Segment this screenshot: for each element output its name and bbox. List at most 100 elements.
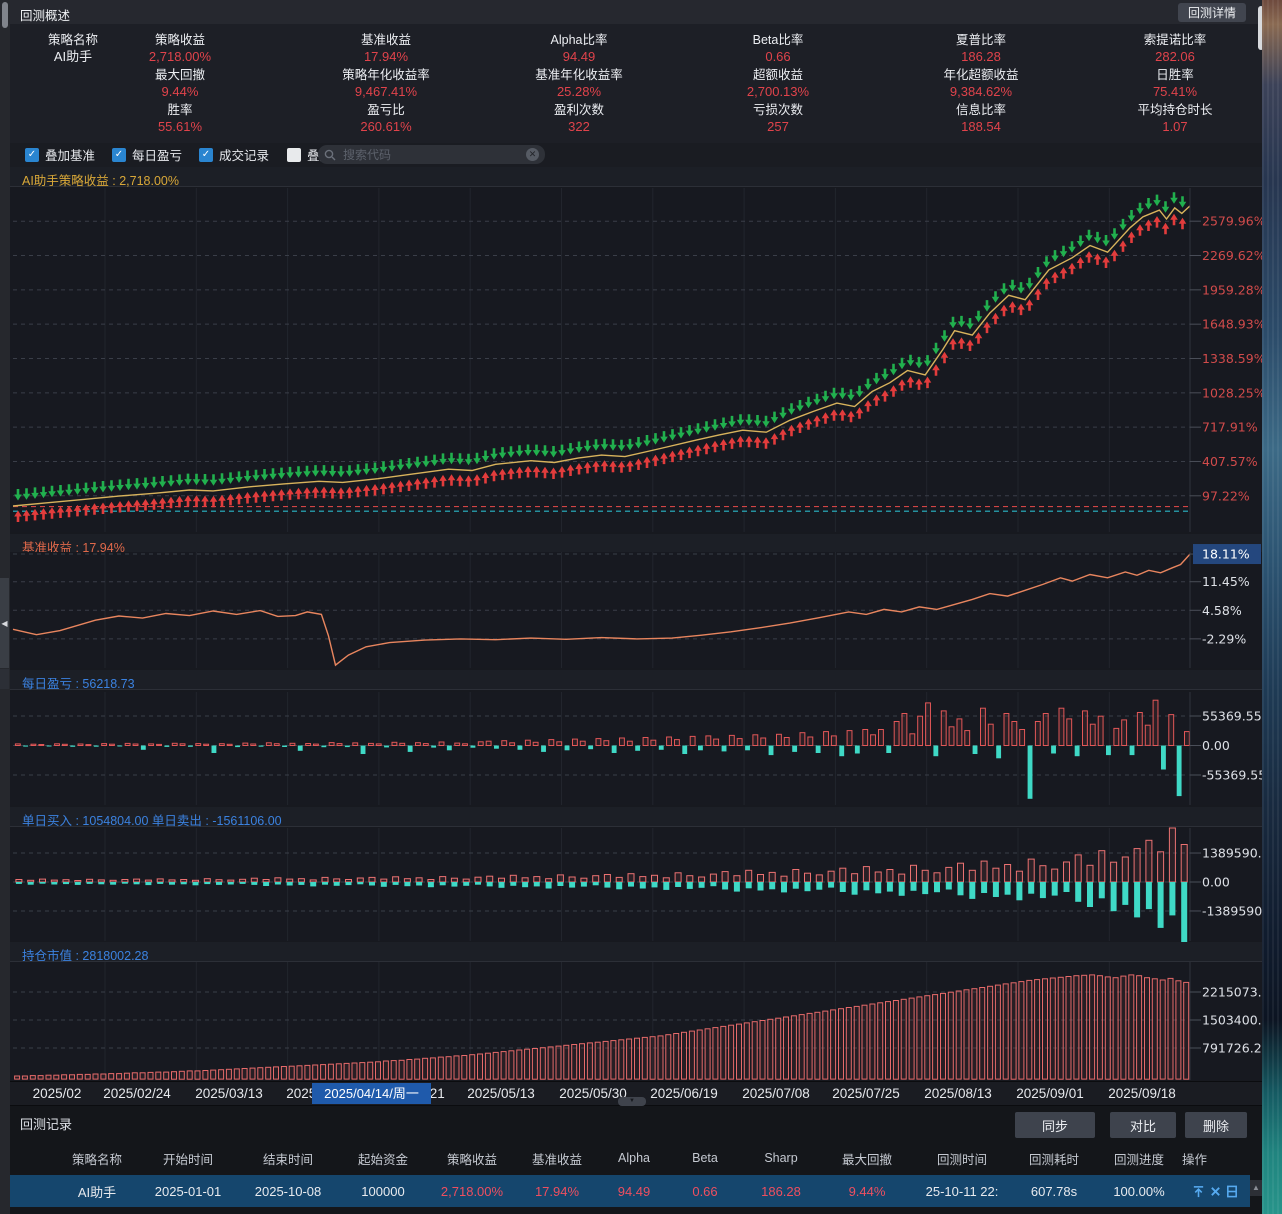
cell-start-date: 2025-01-01 <box>138 1184 238 1199</box>
column-header: 回测耗时 <box>1012 1149 1096 1168</box>
sync-button[interactable]: 同步 <box>1015 1112 1095 1138</box>
pin-top-icon[interactable] <box>1192 1185 1205 1198</box>
stat-value: 322 <box>535 118 623 138</box>
stat-column: 基准收益 17.94% 策略年化收益率 9,467.41% 盈亏比 260.61… <box>342 33 430 138</box>
cell-end-date: 2025-10-08 <box>238 1184 338 1199</box>
clear-search-icon[interactable]: ✕ <box>526 148 539 161</box>
svg-text:2579.96%: 2579.96% <box>1202 214 1266 229</box>
daily-buysell-chart[interactable]: 1389590.560.00-1389590.56 <box>10 828 1262 941</box>
checkbox-icon: ✓ <box>112 148 126 162</box>
cell-backtest-time: 25-10-11 22: <box>912 1184 1012 1199</box>
stat-label: 策略年化收益率 <box>342 68 430 83</box>
svg-text:0.00: 0.00 <box>1202 738 1230 753</box>
column-header: 起始资金 <box>338 1149 428 1168</box>
compare-button[interactable]: 对比 <box>1110 1112 1176 1138</box>
daily-buysell-title: 单日买入 : 1054804.00 单日卖出 : -1561106.00 <box>22 814 282 828</box>
benchmark-return-chart[interactable]: 18.11%11.45%4.58%-2.29% <box>10 552 1262 668</box>
stat-label: 索提诺比率 <box>1137 33 1212 48</box>
stat-label: 最大回撤 <box>149 68 211 83</box>
svg-text:2269.62%: 2269.62% <box>1202 248 1266 263</box>
backtest-detail-button[interactable]: 回测详情 <box>1178 3 1246 22</box>
stat-column: 索提诺比率 282.06 日胜率 75.41% 平均持仓时长 1.07 <box>1137 33 1212 138</box>
cell-elapsed: 607.78s <box>1012 1184 1096 1199</box>
x-tick: 2025/05/13 <box>467 1086 535 1101</box>
column-header: 基准收益 <box>516 1149 598 1168</box>
panel-collapse-left-handle[interactable]: ◀ <box>0 578 9 668</box>
overlay-benchmark-checkbox[interactable]: ✓ 叠加基准 <box>25 146 95 163</box>
stat-label: 策略名称 <box>18 33 128 48</box>
close-icon[interactable] <box>1210 1186 1221 1197</box>
daily-pnl-title-bar: 每日盈亏 : 56218.73 <box>10 670 1262 690</box>
svg-text:0.00: 0.00 <box>1202 874 1230 889</box>
cell-sharp: 186.28 <box>740 1184 822 1199</box>
search-box: ✕ <box>318 145 545 164</box>
table-row-partial[interactable] <box>10 1208 1250 1214</box>
daily-pnl-checkbox[interactable]: ✓ 每日盈亏 <box>112 146 182 163</box>
splitter-notch[interactable] <box>0 669 9 689</box>
stat-label: 信息比率 <box>943 103 1018 118</box>
market-value-title-bar: 持仓市值 : 2818002.28 <box>10 942 1262 962</box>
scroll-up-button[interactable]: ▲ <box>1250 1180 1262 1196</box>
collapse-handle[interactable]: ▼ <box>618 1097 646 1106</box>
market-value-title: 持仓市值 : 2818002.28 <box>22 949 148 963</box>
stat-value: 2,718.00% <box>149 48 211 68</box>
svg-text:1028.25%: 1028.25% <box>1202 385 1266 400</box>
svg-text:1338.59%: 1338.59% <box>1202 351 1266 366</box>
stat-column: Beta比率 0.66 超额收益 2,700.13% 亏损次数 257 <box>747 33 809 138</box>
cell-alpha: 94.49 <box>598 1184 670 1199</box>
search-input[interactable] <box>341 147 521 163</box>
daily-pnl-title: 每日盈亏 : 56218.73 <box>22 677 135 691</box>
x-tick: 2025/07/25 <box>832 1086 900 1101</box>
strategy-return-title-bar: AI助手策略收益 : 2,718.00% <box>10 167 1262 187</box>
stat-value: 25.28% <box>535 83 623 103</box>
stat-label: 超额收益 <box>747 68 809 83</box>
stat-value: 17.94% <box>342 48 430 68</box>
svg-text:791726.27: 791726.27 <box>1202 1040 1270 1055</box>
stat-label: 胜率 <box>149 103 211 118</box>
trade-records-checkbox[interactable]: ✓ 成交记录 <box>199 146 269 163</box>
column-header: 结束时间 <box>238 1149 338 1168</box>
records-title: 回测记录 <box>20 1114 72 1133</box>
stat-label: 亏损次数 <box>747 103 809 118</box>
left-splitter-strip: ◀ <box>0 0 10 1214</box>
stat-value: 9.44% <box>149 83 211 103</box>
stat-label: 日胜率 <box>1137 68 1212 83</box>
cell-initial-capital: 100000 <box>338 1184 428 1199</box>
stat-column: 策略收益 2,718.00% 最大回撤 9.44% 胜率 55.61% <box>149 33 211 138</box>
date-tooltip: 2025/04/14/周一 <box>312 1083 431 1104</box>
checkbox-label: 成交记录 <box>219 145 269 164</box>
column-header: Sharp <box>740 1151 822 1165</box>
stat-column: 夏普比率 186.28 年化超额收益 9,384.62% 信息比率 188.54 <box>943 33 1018 138</box>
app-window: 回测概述 回测详情 策略名称 AI助手 策略收益 2,718.00% 最大回撤 … <box>10 0 1262 1214</box>
cell-benchmark-return: 17.94% <box>516 1184 598 1199</box>
stat-label: 基准收益 <box>342 33 430 48</box>
stat-label: 平均持仓时长 <box>1137 103 1212 118</box>
cell-strategy-return: 2,718.00% <box>428 1184 516 1199</box>
stat-value: AI助手 <box>18 48 128 68</box>
column-header: 操作 <box>1182 1149 1250 1168</box>
checkbox-icon: ✓ <box>199 148 213 162</box>
stat-value: 75.41% <box>1137 83 1212 103</box>
stat-label: 盈利次数 <box>535 103 623 118</box>
position-market-value-chart[interactable]: 2215073.731503400.00791726.27 <box>10 962 1262 1080</box>
left-scrollbar-thumb[interactable] <box>2 2 8 28</box>
x-tick: 2025/08/13 <box>924 1086 992 1101</box>
column-header: 策略收益 <box>428 1149 516 1168</box>
stats-panel: 策略名称 AI助手 策略收益 2,718.00% 最大回撤 9.44% 胜率 5… <box>10 24 1262 144</box>
detail-icon[interactable] <box>1226 1185 1238 1198</box>
stat-value: 2,700.13% <box>747 83 809 103</box>
x-tick: 2025/02/24 <box>103 1086 171 1101</box>
strategy-return-chart[interactable]: 2579.96%2269.62%1959.28%1648.93%1338.59%… <box>10 188 1262 532</box>
checkbox-icon: ✓ <box>287 148 301 162</box>
table-row[interactable]: AI助手 2025-01-01 2025-10-08 100000 2,718.… <box>10 1175 1250 1207</box>
cell-max-drawdown: 9.44% <box>822 1184 912 1199</box>
svg-text:55369.55: 55369.55 <box>1202 708 1262 723</box>
column-header: 策略名称 <box>56 1149 138 1168</box>
stat-label: 夏普比率 <box>943 33 1018 48</box>
daily-pnl-chart[interactable]: 55369.550.00-55369.55 <box>10 692 1262 805</box>
delete-button[interactable]: 删除 <box>1185 1112 1247 1138</box>
backtest-records-panel: 回测记录 同步 对比 删除 策略名称 开始时间 结束时间 起始资金 策略收益 基… <box>10 1105 1262 1214</box>
stat-value: 188.54 <box>943 118 1018 138</box>
column-header: Alpha <box>598 1151 670 1165</box>
svg-text:1959.28%: 1959.28% <box>1202 282 1266 297</box>
